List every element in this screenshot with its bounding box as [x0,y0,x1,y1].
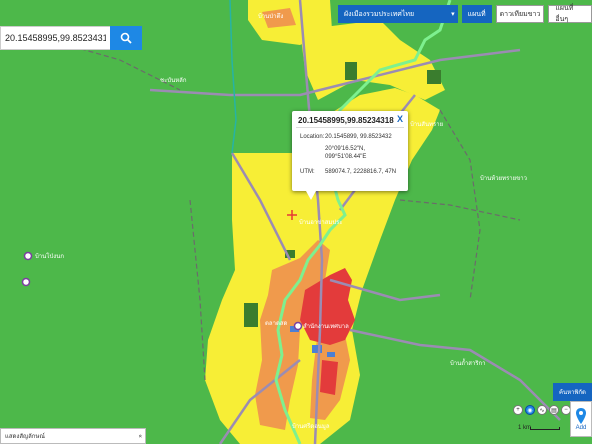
park-zone [427,70,441,84]
locate-icon[interactable]: ◉ [525,405,535,415]
basemap-type-label: ดาวเทียม [499,10,528,18]
place-pin[interactable] [21,277,31,287]
marker-label: บ้านอาข่าสมประ [299,219,343,226]
zoom-in-icon[interactable]: + [513,405,523,415]
basemap-type-option: ขาว [527,10,541,18]
place-label: ตลาดสด [265,320,288,327]
place-label: บ้านป่าตึง [258,13,283,20]
location-dms-lon: 099°51'08.44"E [325,154,367,160]
map-mode-button[interactable]: แผนที่ [461,5,492,23]
measure-icon[interactable]: ∿ [537,405,547,415]
close-icon[interactable]: X [397,114,403,124]
place-label: บ้านสันทราย [410,121,443,128]
location-label: Location: [300,134,325,140]
add-button[interactable]: Add [570,401,592,437]
utm-label: UTM: [300,169,315,175]
coordinate-popup: 20.15458995,99.85234318 X Location: 20.1… [292,111,408,200]
place-label: บ้านโป่งนก [35,252,64,260]
scale-bar [530,427,560,430]
chevron-down-icon: ▾ [451,11,455,18]
search-box [0,26,142,50]
pin-icon [576,408,586,424]
place-label: บ้านศรีดอนมูล [292,422,330,430]
layer-select-label: ผังเมืองรวมประเทศไทย [344,10,415,18]
popup-divider [296,127,404,128]
location-decimal: 20.1545899, 99.8523432 [325,134,392,140]
park-zone [244,303,258,327]
utm-value: 589074.7, 2228816.7, 47N [325,169,397,175]
place-label: บ้านห้วยทรายขาว [480,175,527,182]
other-maps-button[interactable]: แผนที่อื่นๆ [548,5,592,23]
find-coordinate-button[interactable]: ค้นหาพิกัด [553,383,592,401]
chevron-up-icon: « [136,434,143,438]
map-controls: + ◉ ∿ ▤ − [513,405,571,415]
commercial-zone-south [320,360,338,395]
search-icon [120,32,132,44]
layer-select[interactable]: ผังเมืองรวมประเทศไทย ▾ [338,5,458,23]
legend-toggle[interactable]: แสดงสัญลักษณ์ « [0,428,146,444]
top-toolbar: ผังเมืองรวมประเทศไทย ▾ แผนที่ ดาวเทียม ข… [338,5,592,23]
search-button[interactable] [110,26,142,50]
place-label: สำนักงานเทศบาล [303,323,349,330]
add-button-label: Add [575,425,587,431]
search-input[interactable] [0,26,110,50]
location-dms-lat: 20°09'16.52"N, [325,146,366,152]
place-label: ชะบันหลัก [160,77,187,84]
map-canvas[interactable]: บ้านอาข่าสมประ บ้านโป่งนก สำนักงานเทศบาล… [0,0,592,444]
park-zone [345,62,357,80]
place-pin[interactable] [23,251,33,261]
popup-title: 20.15458995,99.85234318 [298,116,394,125]
basemap-type-select[interactable]: ดาวเทียม ขาว [495,5,545,23]
legend-label: แสดงสัญลักษณ์ [5,434,45,440]
government-block [327,352,335,357]
place-pin[interactable] [293,321,303,331]
layers-icon[interactable]: ▤ [549,405,559,415]
